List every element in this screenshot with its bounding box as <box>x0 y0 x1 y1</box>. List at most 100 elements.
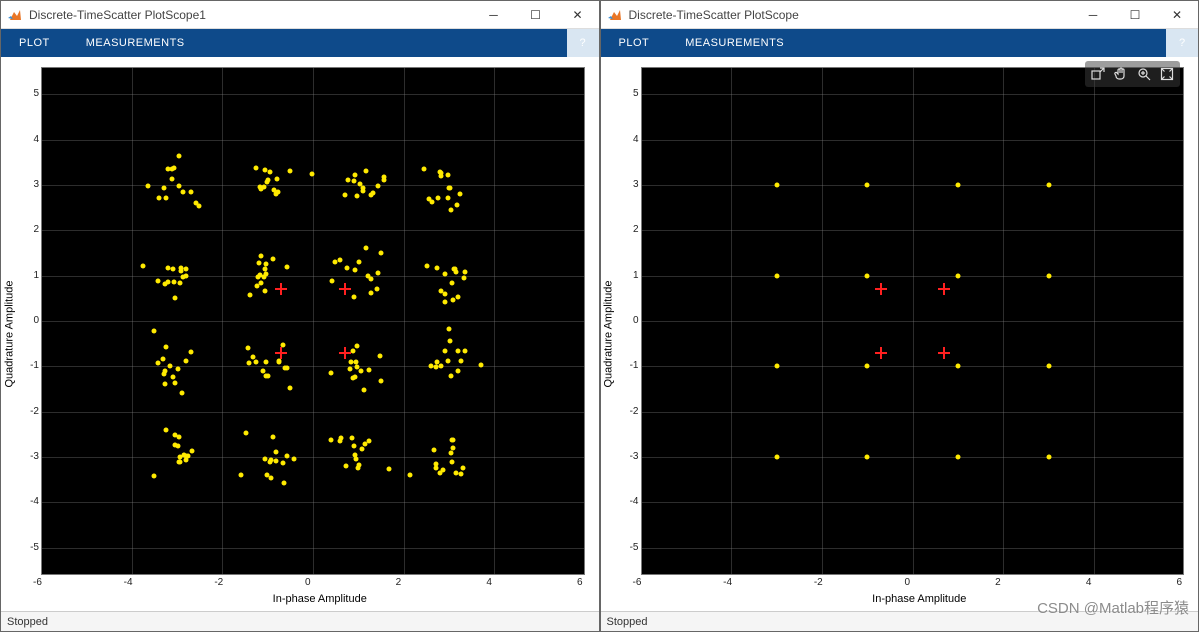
data-point <box>274 458 279 463</box>
data-point <box>350 436 355 441</box>
maximize-button[interactable]: ☐ <box>1114 1 1156 29</box>
data-point <box>196 204 201 209</box>
data-point <box>163 381 168 386</box>
data-point <box>266 177 271 182</box>
data-point <box>463 270 468 275</box>
data-point <box>375 287 380 292</box>
close-button[interactable]: ✕ <box>1156 1 1198 29</box>
reference-cross <box>938 347 950 359</box>
data-point <box>455 348 460 353</box>
data-point <box>140 263 145 268</box>
data-point <box>263 271 268 276</box>
titlebar[interactable]: Discrete-TimeScatter PlotScope1 ─ ☐ ✕ <box>1 1 599 29</box>
data-point <box>262 167 267 172</box>
data-point <box>145 184 150 189</box>
scope-toolbar: PLOT MEASUREMENTS ? <box>1 29 599 57</box>
plot-floating-toolbar <box>1085 61 1180 87</box>
status-bar: Stopped <box>1 611 599 631</box>
x-tick-labels: -6-4-20246 <box>641 575 1185 593</box>
data-point <box>462 348 467 353</box>
data-point <box>865 455 870 460</box>
export-icon[interactable] <box>1087 63 1109 85</box>
maximize-button[interactable]: ☐ <box>515 1 557 29</box>
data-point <box>442 300 447 305</box>
data-point <box>163 368 168 373</box>
data-point <box>263 373 268 378</box>
titlebar[interactable]: Discrete-TimeScatter PlotScope ─ ☐ ✕ <box>601 1 1199 29</box>
minimize-button[interactable]: ─ <box>473 1 515 29</box>
data-point <box>421 166 426 171</box>
data-point <box>457 192 462 197</box>
data-point <box>451 297 456 302</box>
data-point <box>1046 273 1051 278</box>
reference-cross <box>938 283 950 295</box>
data-point <box>449 460 454 465</box>
data-point <box>955 364 960 369</box>
data-point <box>183 274 188 279</box>
minimize-button[interactable]: ─ <box>1072 1 1114 29</box>
help-button[interactable]: ? <box>1166 29 1198 57</box>
scatter-plot-area[interactable] <box>41 67 585 575</box>
data-point <box>287 386 292 391</box>
data-point <box>172 279 177 284</box>
data-point <box>329 437 334 442</box>
data-point <box>190 449 195 454</box>
y-axis-label: Quadrature Amplitude <box>601 57 617 611</box>
data-point <box>152 474 157 479</box>
data-point <box>440 468 445 473</box>
data-point <box>381 178 386 183</box>
data-point <box>350 349 355 354</box>
data-point <box>176 153 181 158</box>
data-point <box>445 173 450 178</box>
data-point <box>267 170 272 175</box>
tab-plot[interactable]: PLOT <box>1 29 68 57</box>
data-point <box>180 190 185 195</box>
zoom-in-icon[interactable] <box>1133 63 1155 85</box>
data-point <box>179 391 184 396</box>
scatter-plot-area[interactable] <box>641 67 1185 575</box>
data-point <box>189 190 194 195</box>
help-button[interactable]: ? <box>567 29 599 57</box>
data-point <box>329 371 334 376</box>
data-point <box>178 265 183 270</box>
data-point <box>1046 364 1051 369</box>
data-point <box>287 169 292 174</box>
data-point <box>344 265 349 270</box>
data-point <box>376 184 381 189</box>
data-point <box>435 196 440 201</box>
data-point <box>272 188 277 193</box>
window-title: Discrete-TimeScatter PlotScope1 <box>29 8 473 22</box>
close-button[interactable]: ✕ <box>557 1 599 29</box>
data-point <box>955 273 960 278</box>
data-point <box>433 461 438 466</box>
data-point <box>173 380 178 385</box>
data-point <box>446 186 451 191</box>
data-point <box>460 466 465 471</box>
data-point <box>254 166 259 171</box>
data-point <box>1046 182 1051 187</box>
x-axis-label: In-phase Amplitude <box>641 593 1199 611</box>
data-point <box>155 278 160 283</box>
data-point <box>176 435 181 440</box>
tab-measurements[interactable]: MEASUREMENTS <box>667 29 802 57</box>
data-point <box>172 296 177 301</box>
data-point <box>439 170 444 175</box>
data-point <box>189 350 194 355</box>
data-point <box>355 194 360 199</box>
tab-plot[interactable]: PLOT <box>601 29 668 57</box>
reference-cross <box>875 283 887 295</box>
data-point <box>459 471 464 476</box>
y-tick-labels: -5-4-3-2-1012345 <box>17 57 41 611</box>
data-point <box>955 455 960 460</box>
data-point <box>151 329 156 334</box>
pan-icon[interactable] <box>1110 63 1132 85</box>
data-point <box>270 435 275 440</box>
home-zoom-icon[interactable] <box>1156 63 1178 85</box>
data-point <box>269 476 274 481</box>
data-point <box>377 354 382 359</box>
data-point <box>357 260 362 265</box>
tab-measurements[interactable]: MEASUREMENTS <box>68 29 203 57</box>
data-point <box>445 195 450 200</box>
status-bar: Stopped <box>601 611 1199 631</box>
data-point <box>453 471 458 476</box>
